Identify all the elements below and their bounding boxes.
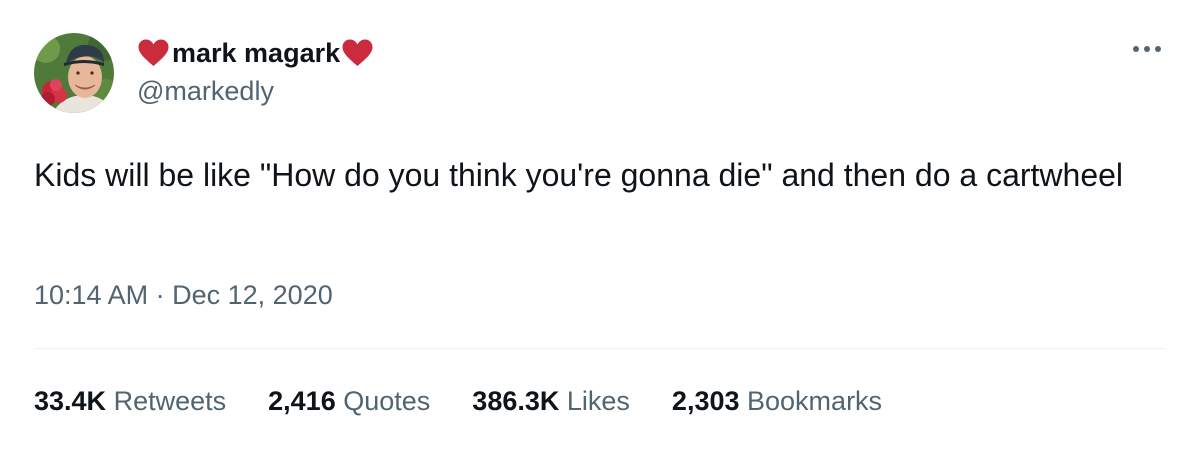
- tweet-time[interactable]: 10:14 AM: [34, 280, 148, 310]
- tweet-meta: 10:14 AM · Dec 12, 2020: [34, 280, 333, 311]
- more-horizontal-icon: [1133, 46, 1161, 52]
- stat-count: 2,416: [268, 386, 336, 416]
- more-options-button[interactable]: [1126, 34, 1168, 64]
- author-name-row[interactable]: mark magark: [137, 36, 374, 70]
- stat-label: Bookmarks: [747, 386, 883, 416]
- stat-count: 386.3K: [472, 386, 560, 416]
- display-name[interactable]: mark magark: [172, 38, 340, 69]
- stat-label: Likes: [566, 386, 630, 416]
- stat-label: Retweets: [113, 386, 227, 416]
- avatar[interactable]: [34, 33, 114, 113]
- heart-icon: [342, 39, 373, 66]
- stat-label: Quotes: [343, 386, 431, 416]
- stat-bookmarks[interactable]: 2,303 Bookmarks: [672, 386, 882, 417]
- heart-icon: [138, 39, 169, 66]
- tweet-text: Kids will be like "How do you think you'…: [34, 157, 1124, 193]
- stat-retweets[interactable]: 33.4K Retweets: [34, 386, 226, 417]
- author-handle[interactable]: @markedly: [137, 76, 274, 107]
- stat-likes[interactable]: 386.3K Likes: [472, 386, 630, 417]
- meta-separator: ·: [155, 280, 165, 310]
- tweet-date[interactable]: Dec 12, 2020: [172, 280, 333, 310]
- tweet-card: mark magark @markedly Kids will be like …: [0, 0, 1202, 452]
- engagement-stats: 33.4K Retweets 2,416 Quotes 386.3K Likes…: [34, 386, 924, 417]
- stat-quotes[interactable]: 2,416 Quotes: [268, 386, 430, 417]
- stat-count: 2,303: [671, 386, 740, 416]
- divider: [34, 348, 1166, 349]
- avatar-photo-icon: [34, 33, 114, 113]
- stat-count: 33.4K: [34, 386, 107, 416]
